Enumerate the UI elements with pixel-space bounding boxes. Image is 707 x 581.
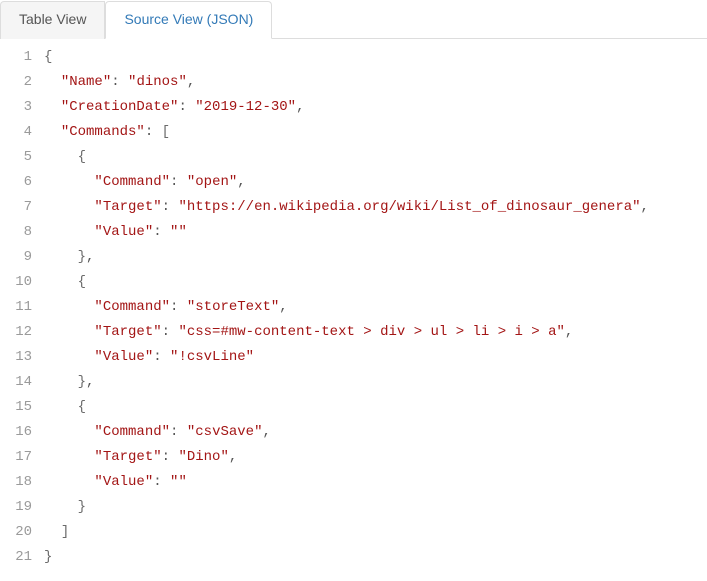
code-line[interactable]: "Target": "https://en.wikipedia.org/wiki… (44, 195, 707, 220)
code-line[interactable]: "Command": "csvSave", (44, 420, 707, 445)
line-number: 6 (0, 170, 32, 195)
line-number-gutter: 123456789101112131415161718192021 (0, 45, 44, 570)
code-line[interactable]: ] (44, 520, 707, 545)
code-line[interactable]: } (44, 545, 707, 570)
code-line[interactable]: "Command": "storeText", (44, 295, 707, 320)
tab-source-view[interactable]: Source View (JSON) (105, 1, 272, 39)
line-number: 17 (0, 445, 32, 470)
line-number: 8 (0, 220, 32, 245)
line-number: 9 (0, 245, 32, 270)
tab-table-view[interactable]: Table View (0, 1, 105, 39)
code-line[interactable]: "Target": "Dino", (44, 445, 707, 470)
code-line[interactable]: "CreationDate": "2019-12-30", (44, 95, 707, 120)
code-line[interactable]: }, (44, 245, 707, 270)
line-number: 10 (0, 270, 32, 295)
code-content[interactable]: { "Name": "dinos", "CreationDate": "2019… (44, 45, 707, 570)
line-number: 11 (0, 295, 32, 320)
line-number: 16 (0, 420, 32, 445)
line-number: 14 (0, 370, 32, 395)
line-number: 19 (0, 495, 32, 520)
code-line[interactable]: "Command": "open", (44, 170, 707, 195)
line-number: 21 (0, 545, 32, 570)
code-line[interactable]: }, (44, 370, 707, 395)
line-number: 15 (0, 395, 32, 420)
code-line[interactable]: { (44, 45, 707, 70)
line-number: 20 (0, 520, 32, 545)
line-number: 1 (0, 45, 32, 70)
line-number: 7 (0, 195, 32, 220)
code-line[interactable]: "Commands": [ (44, 120, 707, 145)
code-line[interactable]: { (44, 395, 707, 420)
line-number: 2 (0, 70, 32, 95)
line-number: 18 (0, 470, 32, 495)
line-number: 13 (0, 345, 32, 370)
tab-bar: Table View Source View (JSON) (0, 0, 707, 39)
code-line[interactable]: "Name": "dinos", (44, 70, 707, 95)
line-number: 3 (0, 95, 32, 120)
code-line[interactable]: { (44, 270, 707, 295)
code-line[interactable]: "Value": "" (44, 470, 707, 495)
line-number: 4 (0, 120, 32, 145)
code-line[interactable]: } (44, 495, 707, 520)
code-line[interactable]: "Value": "" (44, 220, 707, 245)
code-line[interactable]: "Target": "css=#mw-content-text > div > … (44, 320, 707, 345)
code-line[interactable]: "Value": "!csvLine" (44, 345, 707, 370)
code-line[interactable]: { (44, 145, 707, 170)
json-editor[interactable]: 123456789101112131415161718192021 { "Nam… (0, 39, 707, 580)
line-number: 5 (0, 145, 32, 170)
line-number: 12 (0, 320, 32, 345)
